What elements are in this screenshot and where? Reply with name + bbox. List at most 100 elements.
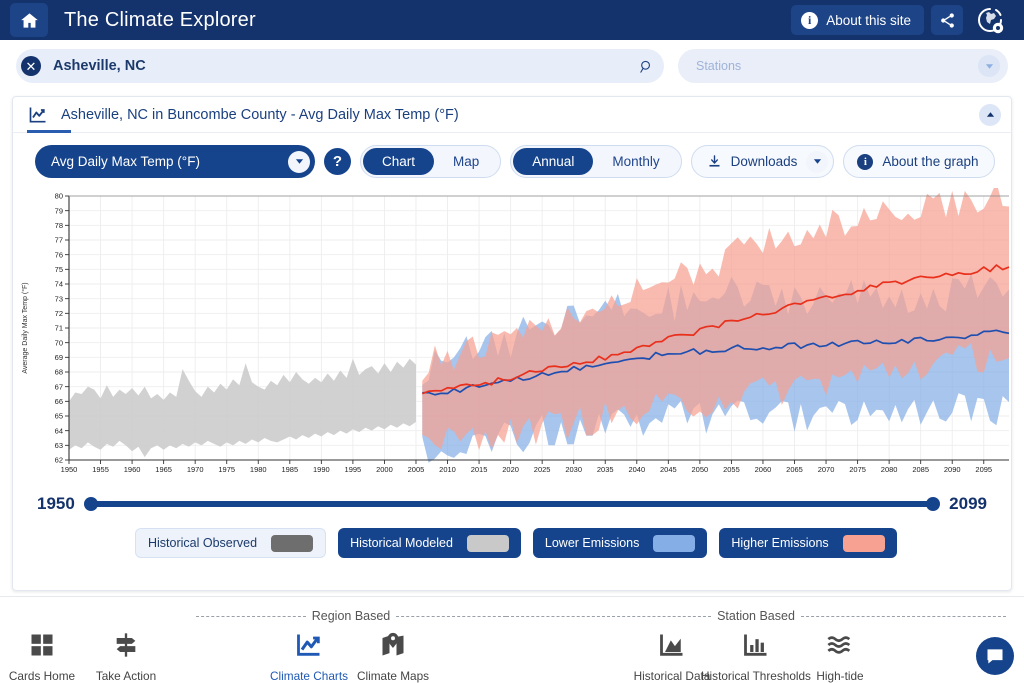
svg-text:2005: 2005 bbox=[408, 465, 425, 474]
year-range-slider[interactable]: 1950 2099 bbox=[13, 488, 1011, 514]
region-group-label: Region Based bbox=[312, 609, 391, 623]
collapse-card-button[interactable] bbox=[979, 104, 1001, 126]
chevron-down-icon[interactable] bbox=[288, 151, 310, 173]
nav-item-label: Climate Maps bbox=[357, 669, 429, 683]
about-the-graph-button[interactable]: i About the graph bbox=[843, 145, 995, 178]
location-search-input[interactable]: ✕ Asheville, NC bbox=[16, 49, 664, 83]
svg-text:70: 70 bbox=[55, 338, 63, 347]
nav-item-cards-home[interactable]: Cards Home bbox=[0, 625, 84, 683]
svg-text:1980: 1980 bbox=[250, 465, 267, 474]
svg-text:62: 62 bbox=[55, 456, 63, 465]
svg-text:64: 64 bbox=[55, 426, 63, 435]
slider-handle-end[interactable] bbox=[926, 497, 940, 511]
chevron-up-icon bbox=[986, 111, 995, 118]
slider-end-year: 2099 bbox=[949, 494, 987, 514]
downloads-label: Downloads bbox=[731, 154, 798, 169]
slider-track[interactable] bbox=[87, 501, 937, 507]
chevron-down-icon[interactable] bbox=[978, 55, 1000, 77]
nav-item-take-action[interactable]: Take Action bbox=[84, 625, 168, 683]
svg-text:1990: 1990 bbox=[313, 465, 330, 474]
svg-text:75: 75 bbox=[55, 265, 63, 274]
area-chart-icon bbox=[658, 631, 686, 664]
slider-handle-start[interactable] bbox=[84, 497, 98, 511]
band-historical-modeled bbox=[69, 359, 416, 457]
legend-swatch bbox=[467, 535, 509, 552]
tab-annual[interactable]: Annual bbox=[513, 148, 593, 175]
legend-swatch bbox=[271, 535, 313, 552]
svg-text:2040: 2040 bbox=[628, 465, 645, 474]
tab-monthly[interactable]: Monthly bbox=[593, 148, 678, 175]
chevron-down-icon[interactable] bbox=[806, 151, 828, 173]
about-this-site-label: About this site bbox=[826, 13, 911, 28]
svg-text:2015: 2015 bbox=[471, 465, 488, 474]
search-button[interactable] bbox=[639, 59, 654, 74]
app-title: The Climate Explorer bbox=[64, 9, 256, 32]
downloads-button[interactable]: Downloads bbox=[691, 145, 835, 178]
globe-settings-button[interactable] bbox=[970, 2, 1010, 38]
close-circle-icon[interactable]: ✕ bbox=[21, 56, 41, 76]
legend-label: Historical Modeled bbox=[350, 536, 453, 550]
nav-item-label: Historical Thresholds bbox=[701, 669, 811, 683]
period-toggle-group: Annual Monthly bbox=[510, 145, 681, 178]
legend-item-lower-emissions[interactable]: Lower Emissions bbox=[533, 528, 707, 558]
svg-text:2010: 2010 bbox=[439, 465, 456, 474]
stations-dropdown[interactable]: Stations bbox=[678, 49, 1008, 83]
chart-legend: Historical Observed Historical Modeled Low… bbox=[13, 514, 1011, 558]
nav-item-historical-thresholds[interactable]: Historical Thresholds bbox=[714, 625, 798, 683]
location-value: Asheville, NC bbox=[53, 58, 146, 74]
tab-chart[interactable]: Chart bbox=[363, 148, 434, 175]
chat-bubble-button[interactable] bbox=[976, 637, 1014, 675]
climate-chart[interactable]: 62636465666768697071727374757677787980 1… bbox=[13, 188, 1013, 488]
svg-text:2055: 2055 bbox=[723, 465, 740, 474]
slider-start-year: 1950 bbox=[37, 494, 75, 514]
home-icon bbox=[19, 11, 40, 30]
svg-text:2095: 2095 bbox=[975, 465, 992, 474]
legend-item-historical-observed[interactable]: Historical Observed bbox=[135, 528, 326, 558]
svg-text:69: 69 bbox=[55, 353, 63, 362]
svg-text:77: 77 bbox=[55, 236, 63, 245]
globe-settings-icon bbox=[974, 4, 1006, 36]
nav-group-station: Station Based Historical DataHistorical … bbox=[506, 597, 1006, 683]
about-this-site-button[interactable]: i About this site bbox=[791, 5, 924, 35]
svg-text:1995: 1995 bbox=[345, 465, 362, 474]
divider bbox=[196, 616, 306, 617]
svg-text:76: 76 bbox=[55, 250, 63, 259]
svg-text:66: 66 bbox=[55, 397, 63, 406]
svg-text:2035: 2035 bbox=[597, 465, 614, 474]
divider bbox=[506, 616, 711, 617]
svg-text:2065: 2065 bbox=[786, 465, 803, 474]
info-icon: i bbox=[857, 154, 873, 170]
search-row: ✕ Asheville, NC Stations bbox=[0, 40, 1024, 92]
svg-text:78: 78 bbox=[55, 221, 63, 230]
chart-y-axis-label: Average Daily Max Temp (°F) bbox=[21, 282, 29, 373]
nav-item-climate-maps[interactable]: Climate Maps bbox=[351, 625, 435, 683]
share-button[interactable] bbox=[931, 5, 963, 35]
home-button[interactable] bbox=[10, 3, 48, 37]
legend-item-higher-emissions[interactable]: Higher Emissions bbox=[719, 528, 896, 558]
nav-item-climate-charts[interactable]: Climate Charts bbox=[267, 625, 351, 683]
nav-item-label: Take Action bbox=[96, 669, 156, 683]
svg-text:2085: 2085 bbox=[912, 465, 929, 474]
chart-x-ticks: 1950195519601965197019751980198519901995… bbox=[61, 460, 992, 474]
help-button[interactable]: ? bbox=[324, 148, 351, 175]
svg-text:65: 65 bbox=[55, 412, 63, 421]
variable-label: Avg Daily Max Temp (°F) bbox=[51, 154, 200, 169]
svg-text:67: 67 bbox=[55, 382, 63, 391]
legend-item-historical-modeled[interactable]: Historical Modeled bbox=[338, 528, 521, 558]
region-group-header: Region Based bbox=[196, 607, 506, 625]
svg-text:2025: 2025 bbox=[534, 465, 551, 474]
svg-text:79: 79 bbox=[55, 206, 63, 215]
station-group-header: Station Based bbox=[506, 607, 1006, 625]
variable-dropdown[interactable]: Avg Daily Max Temp (°F) bbox=[35, 145, 315, 178]
share-icon bbox=[939, 12, 956, 29]
card-title: Asheville, NC in Buncombe County - Avg D… bbox=[61, 107, 459, 123]
legend-label: Higher Emissions bbox=[731, 536, 828, 550]
nav-item-high-tide[interactable]: High-tide bbox=[798, 625, 882, 683]
svg-text:68: 68 bbox=[55, 368, 63, 377]
view-toggle-group: Chart Map bbox=[360, 145, 501, 178]
tab-map[interactable]: Map bbox=[434, 148, 498, 175]
title-underline bbox=[27, 130, 71, 133]
legend-label: Historical Observed bbox=[148, 536, 257, 550]
chart-y-ticks: 62636465666768697071727374757677787980 bbox=[55, 192, 69, 465]
svg-text:73: 73 bbox=[55, 294, 63, 303]
